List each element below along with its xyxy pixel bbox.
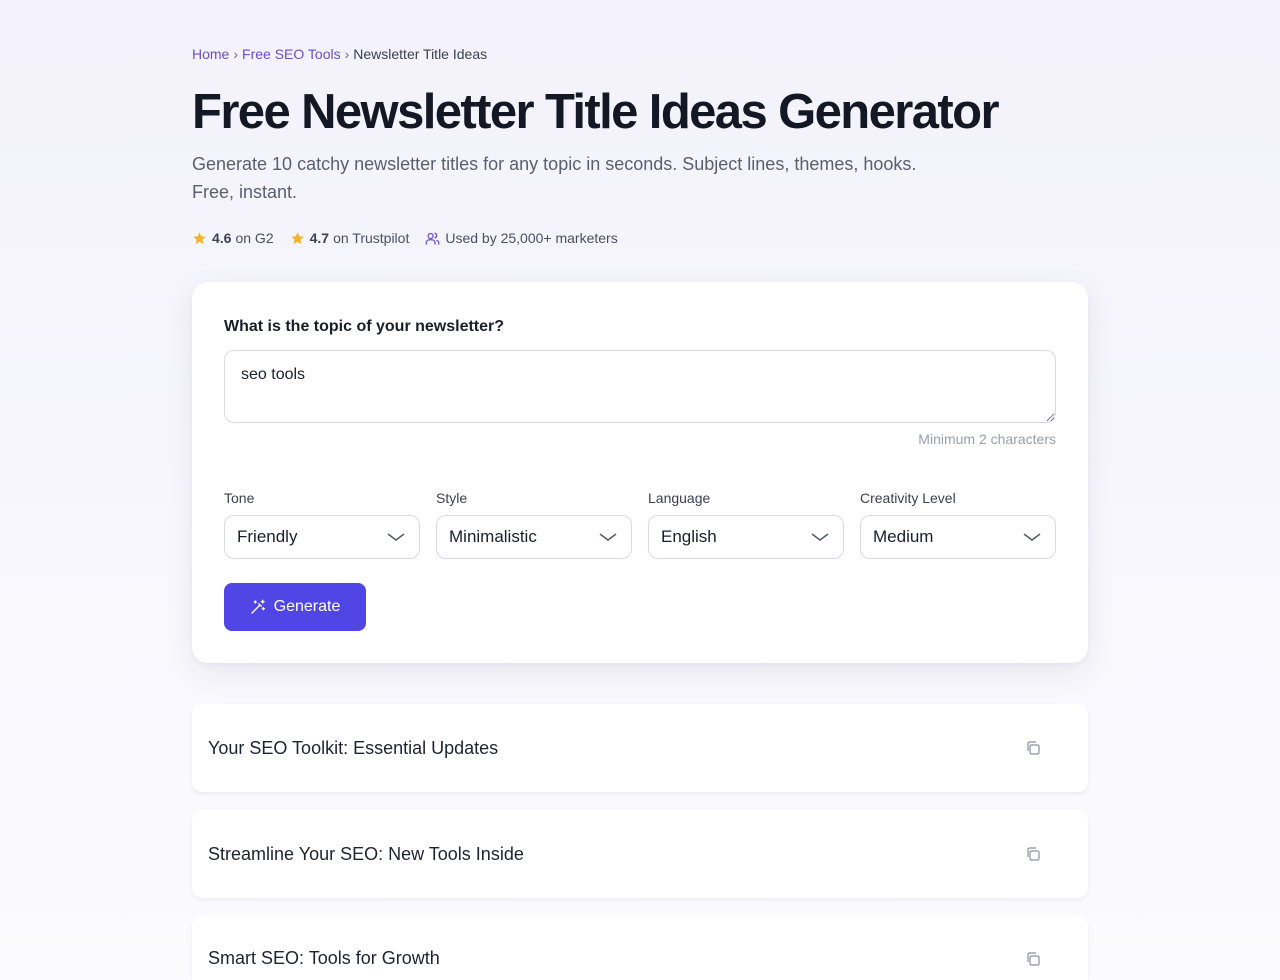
tone-label: Tone (224, 490, 255, 506)
usage-count: Used by 25,000+ marketers (425, 230, 618, 246)
creativity-label: Creativity Level (860, 490, 956, 506)
result-title: Your SEO Toolkit: Essential Updates (208, 737, 499, 758)
tone-value: Friendly (237, 527, 298, 546)
topic-question-label: What is the topic of your newsletter? (224, 318, 505, 335)
breadcrumb-current: Newsletter Title Ideas (353, 46, 488, 62)
result-item: Smart SEO: Tools for Growth (192, 915, 1088, 980)
style-label: Style (436, 490, 468, 506)
chevron-down-icon (1023, 533, 1041, 541)
page-title: Free Newsletter Title Ideas Generator (192, 85, 1000, 139)
topic-hint: Minimum 2 characters (918, 431, 1056, 447)
chevron-down-icon (811, 533, 829, 541)
generate-button[interactable]: Generate (224, 583, 366, 631)
generate-label: Generate (273, 598, 341, 615)
copy-icon[interactable] (1024, 739, 1042, 757)
usage-text: Used by 25,000+ marketers (445, 230, 618, 246)
users-icon (425, 232, 440, 245)
result-item: Your SEO Toolkit: Essential Updates (192, 704, 1088, 792)
page-subtitle: Generate 10 catchy newsletter titles for… (192, 154, 917, 202)
breadcrumb-tools-link[interactable]: Free SEO Tools (242, 46, 341, 62)
style-value: Minimalistic (449, 527, 537, 546)
star-icon (193, 231, 206, 244)
breadcrumb-separator: › (344, 46, 350, 62)
ratings-bar: 4.6 on G2 4.7 on Trustpilot Used by 25,0… (192, 230, 634, 246)
creativity-field: Creativity Level Medium (860, 490, 1056, 559)
g2-rating: 4.6 on G2 (192, 230, 274, 246)
creativity-value: Medium (873, 527, 934, 546)
style-field: Style Minimalistic (436, 490, 632, 559)
g2-label: on G2 (235, 230, 274, 246)
creativity-select[interactable]: Medium (860, 515, 1056, 559)
chevron-down-icon (599, 533, 617, 541)
breadcrumb-home-link[interactable]: Home (192, 46, 229, 62)
topic-input[interactable]: seo tools (224, 350, 1056, 423)
breadcrumb-separator: › (233, 46, 239, 62)
copy-icon[interactable] (1024, 845, 1042, 863)
language-field: Language English (648, 490, 844, 559)
tone-select[interactable]: Friendly (224, 515, 420, 559)
g2-score: 4.6 (212, 230, 232, 246)
star-icon (290, 231, 304, 244)
copy-icon[interactable] (1024, 950, 1042, 968)
breadcrumb: Home › Free SEO Tools › Newsletter Title Ide… (192, 46, 487, 62)
trustpilot-rating: 4.7 on Trustpilot (290, 230, 410, 246)
generator-form: What is the topic of your newsletter? se… (192, 282, 1088, 663)
language-label: Language (648, 490, 711, 506)
language-value: English (661, 527, 717, 546)
result-title: Streamline Your SEO: New Tools Inside (208, 843, 524, 864)
result-title: Smart SEO: Tools for Growth (208, 948, 440, 968)
trustpilot-label: on Trustpilot (333, 230, 410, 246)
chevron-down-icon (387, 533, 405, 541)
result-item: Streamline Your SEO: New Tools Inside (192, 810, 1088, 898)
style-select[interactable]: Minimalistic (436, 515, 632, 559)
trustpilot-score: 4.7 (309, 230, 330, 246)
language-select[interactable]: English (648, 515, 844, 559)
magic-wand-icon (250, 599, 265, 614)
tone-field: Tone Friendly (224, 490, 420, 559)
